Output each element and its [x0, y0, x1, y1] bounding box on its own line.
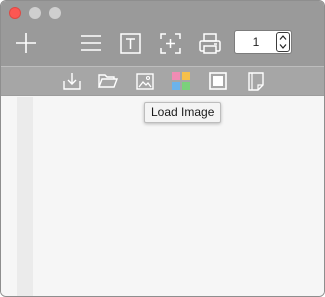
maximize-window-button[interactable] [49, 7, 61, 19]
color-grid-icon [172, 72, 190, 90]
page-gutter [17, 97, 33, 296]
list-button[interactable] [79, 32, 103, 54]
printer-icon [199, 32, 221, 54]
download-tray-icon [63, 73, 81, 90]
open-folder-button[interactable] [97, 70, 119, 92]
minimize-window-button[interactable] [29, 7, 41, 19]
text-button[interactable] [118, 31, 142, 55]
increment-button[interactable] [277, 33, 289, 42]
image-icon [136, 72, 154, 90]
square-frame-icon [209, 72, 227, 90]
decrement-button[interactable] [277, 42, 289, 51]
load-image-button[interactable] [170, 70, 192, 92]
page-number-stepper[interactable]: 1 [234, 30, 292, 54]
toolbar: 1 [1, 1, 324, 66]
document-area[interactable] [1, 97, 324, 296]
chevron-down-icon [279, 44, 287, 49]
folder-icon [98, 74, 118, 88]
page-button[interactable] [245, 70, 267, 92]
plus-icon [16, 33, 36, 53]
print-button[interactable] [198, 31, 222, 55]
close-window-button[interactable] [9, 7, 21, 19]
app-window: 1 Load Image [0, 0, 325, 297]
list-icon [81, 35, 101, 51]
stepper-control[interactable] [276, 32, 290, 52]
download-button[interactable] [61, 70, 83, 92]
crosshair-frame-icon [159, 32, 181, 54]
add-button[interactable] [14, 31, 38, 55]
secondary-toolbar [1, 66, 324, 96]
chevron-up-icon [279, 35, 287, 40]
text-box-icon [119, 32, 141, 54]
page-number-field[interactable]: 1 [235, 31, 277, 53]
page-icon [248, 71, 264, 91]
crop-button[interactable] [158, 31, 182, 55]
image-button[interactable] [134, 70, 156, 92]
tooltip: Load Image [144, 102, 222, 123]
frame-button[interactable] [207, 70, 229, 92]
